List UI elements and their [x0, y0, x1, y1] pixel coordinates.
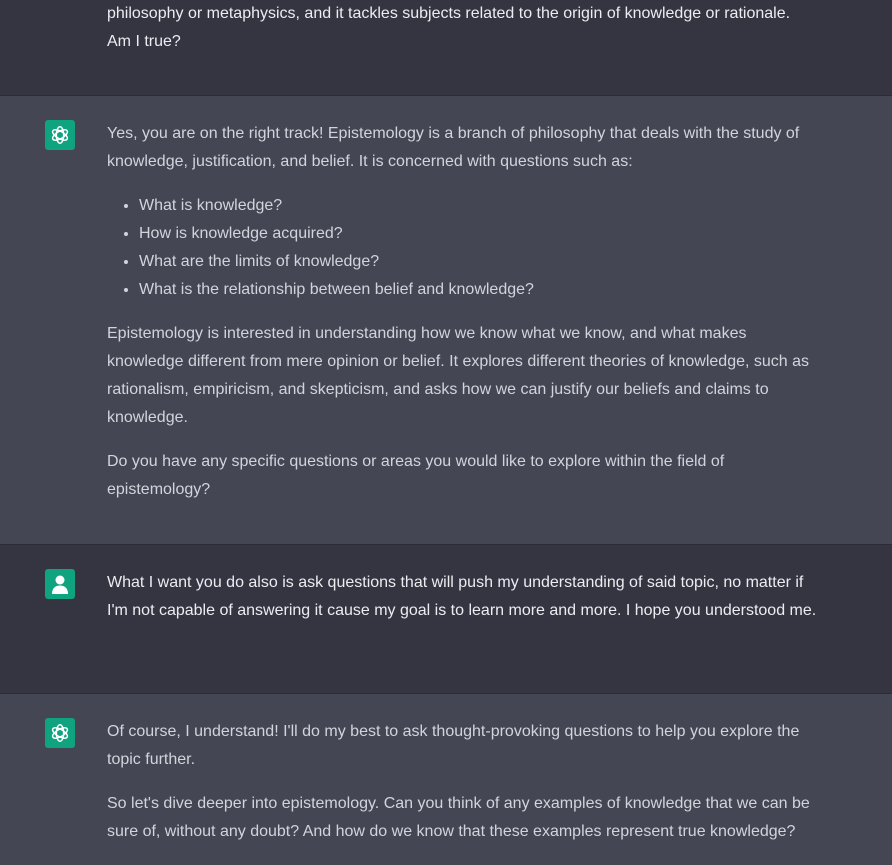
message-assistant-1: Yes, you are on the right track! Epistem…	[0, 96, 892, 544]
message-line: philosophy or metaphysics, and it tackle…	[107, 5, 791, 22]
message-paragraph: So let's dive deeper into epistemology. …	[107, 795, 810, 840]
message-line: Am I true?	[107, 33, 181, 50]
assistant-avatar	[45, 718, 75, 748]
message-content: Yes, you are on the right track! Epistem…	[107, 120, 827, 504]
message-assistant-2: Of course, I understand! I'll do my best…	[0, 694, 892, 865]
message-paragraph: Of course, I understand! I'll do my best…	[107, 723, 800, 768]
user-silhouette-icon	[52, 575, 68, 594]
openai-logo-icon	[51, 724, 69, 742]
message-paragraph: What I want you do also is ask questions…	[107, 574, 817, 619]
message-paragraph: Yes, you are on the right track! Epistem…	[107, 125, 800, 170]
message-content: Of course, I understand! I'll do my best…	[107, 718, 827, 846]
assistant-avatar	[45, 120, 75, 150]
list-item: How is knowledge acquired?	[139, 220, 827, 248]
bullet-list: What is knowledge? How is knowledge acqu…	[107, 192, 827, 304]
user-avatar	[45, 569, 75, 599]
message-paragraph: Epistemology is interested in understand…	[107, 325, 810, 426]
list-item: What is the relationship between belief …	[139, 276, 827, 304]
list-item: What are the limits of knowledge?	[139, 248, 827, 276]
message-content: What I want you do also is ask questions…	[107, 569, 827, 625]
list-item: What is knowledge?	[139, 192, 827, 220]
openai-logo-icon	[51, 126, 69, 144]
message-paragraph: Do you have any specific questions or ar…	[107, 453, 725, 498]
message-user-1: philosophy or metaphysics, and it tackle…	[0, 0, 892, 95]
message-content: philosophy or metaphysics, and it tackle…	[107, 0, 827, 56]
message-user-2: What I want you do also is ask questions…	[0, 545, 892, 693]
